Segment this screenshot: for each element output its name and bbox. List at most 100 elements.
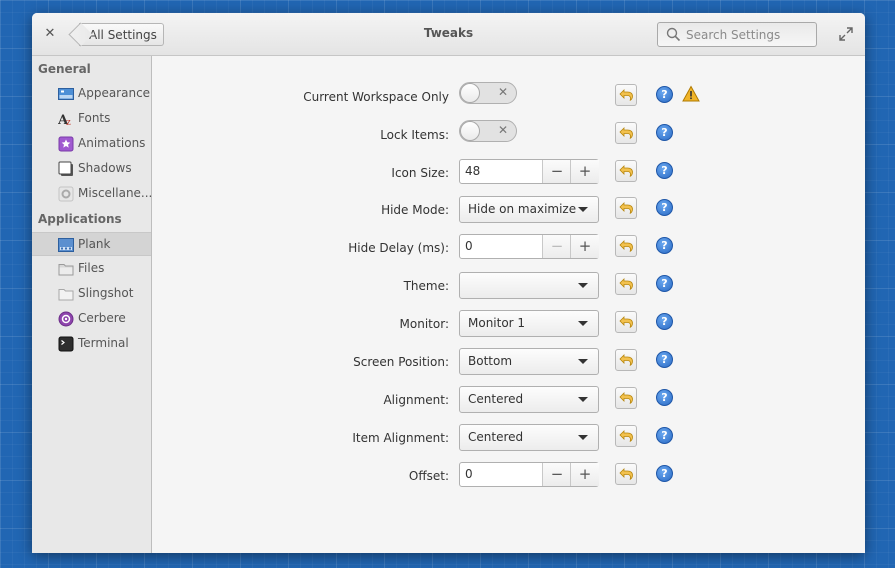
setting-label: Item Alignment: (352, 431, 449, 445)
decrement-button[interactable]: − (542, 160, 571, 183)
sidebar-item-shadows[interactable]: Shadows (32, 157, 151, 181)
slingshot-icon (58, 289, 74, 301)
sidebar-item-label: Miscellane... (78, 186, 153, 200)
sidebar-item-fonts[interactable]: A z Fonts (32, 107, 151, 131)
sidebar-item-cerbere[interactable]: Cerbere (32, 307, 151, 331)
setting-row-hide-delay: Hide Delay (ms): 0 − + ? (152, 234, 865, 262)
decrement-button[interactable]: − (542, 235, 571, 258)
sidebar-item-files[interactable]: Files (32, 257, 151, 281)
sidebar-item-appearance[interactable]: Appearance (32, 82, 151, 106)
search-field[interactable] (657, 22, 817, 47)
help-icon[interactable]: ? (656, 465, 673, 482)
icon-size-spinbutton[interactable]: 48 − + (459, 159, 599, 184)
monitor-dropdown[interactable]: Monitor 1 (459, 310, 599, 337)
sidebar-item-label: Slingshot (78, 286, 134, 300)
sidebar-item-label: Terminal (78, 336, 129, 350)
setting-row-icon-size: Icon Size: 48 − + ? (152, 159, 865, 187)
reset-button[interactable] (615, 387, 637, 409)
theme-dropdown[interactable] (459, 272, 599, 299)
sidebar-item-label: Plank (78, 237, 111, 251)
increment-button[interactable]: + (570, 463, 599, 486)
switch-off-icon: ✕ (497, 123, 508, 137)
chevron-down-icon (578, 397, 588, 402)
sidebar-item-miscellaneous[interactable]: Miscellane... (32, 182, 153, 206)
animations-icon (58, 136, 74, 152)
screen-position-dropdown[interactable]: Bottom (459, 348, 599, 375)
terminal-icon (58, 336, 74, 352)
reset-button[interactable] (615, 349, 637, 371)
spin-value[interactable]: 0 (465, 467, 473, 481)
reset-button[interactable] (615, 84, 637, 106)
increment-button[interactable]: + (570, 235, 599, 258)
help-icon[interactable]: ? (656, 427, 673, 444)
sidebar-item-terminal[interactable]: Terminal (32, 332, 151, 356)
settings-window: ✕ All Settings Tweaks General Appearance (32, 13, 865, 553)
help-icon[interactable]: ? (656, 237, 673, 254)
hide-mode-dropdown[interactable]: Hide on maximize (459, 196, 599, 223)
miscellaneous-icon (58, 186, 74, 202)
current-workspace-only-switch[interactable]: ✕ (459, 82, 517, 104)
undo-icon (619, 354, 633, 366)
fonts-icon: A z (58, 113, 71, 127)
undo-icon (619, 316, 633, 328)
reset-button[interactable] (615, 160, 637, 182)
reset-button[interactable] (615, 235, 637, 257)
hide-delay-spinbutton[interactable]: 0 − + (459, 234, 599, 259)
decrement-button[interactable]: − (542, 463, 571, 486)
setting-row-hide-mode: Hide Mode: Hide on maximize ? (152, 196, 865, 224)
sidebar-item-label: Appearance (78, 86, 151, 100)
spin-value[interactable]: 0 (465, 239, 473, 253)
undo-icon (619, 165, 633, 177)
settings-panel: Current Workspace Only ✕ ? Lock Items: ✕… (152, 56, 865, 553)
offset-spinbutton[interactable]: 0 − + (459, 462, 599, 487)
reset-button[interactable] (615, 311, 637, 333)
spin-value[interactable]: 48 (465, 164, 480, 178)
setting-label: Hide Mode: (381, 203, 449, 217)
reset-button[interactable] (615, 122, 637, 144)
setting-row-alignment: Alignment: Centered ? (152, 386, 865, 414)
help-icon[interactable]: ? (656, 389, 673, 406)
help-icon[interactable]: ? (656, 86, 673, 103)
help-icon[interactable]: ? (656, 124, 673, 141)
setting-label: Screen Position: (353, 355, 449, 369)
reset-button[interactable] (615, 197, 637, 219)
sidebar-item-label: Shadows (78, 161, 132, 175)
help-icon[interactable]: ? (656, 275, 673, 292)
setting-label: Offset: (408, 469, 449, 483)
reset-button[interactable] (615, 425, 637, 447)
sidebar-section-general: General (38, 62, 91, 76)
setting-label: Monitor: (399, 317, 449, 331)
alignment-dropdown[interactable]: Centered (459, 386, 599, 413)
help-icon[interactable]: ? (656, 199, 673, 216)
dropdown-value: Hide on maximize (468, 202, 577, 216)
lock-items-switch[interactable]: ✕ (459, 120, 517, 142)
help-icon[interactable]: ? (656, 162, 673, 179)
sidebar-item-label: Cerbere (78, 311, 126, 325)
setting-label: Lock Items: (380, 128, 449, 142)
help-icon[interactable]: ? (656, 351, 673, 368)
sidebar-item-slingshot[interactable]: Slingshot (32, 282, 151, 306)
sidebar-section-applications: Applications (38, 212, 122, 226)
undo-icon (619, 468, 633, 480)
warning-icon (682, 85, 700, 102)
maximize-icon[interactable] (838, 26, 854, 42)
setting-label: Icon Size: (391, 166, 449, 180)
appearance-icon (58, 88, 74, 100)
increment-button[interactable]: + (570, 160, 599, 183)
setting-label: Alignment: (383, 393, 449, 407)
item-alignment-dropdown[interactable]: Centered (459, 424, 599, 451)
reset-button[interactable] (615, 463, 637, 485)
title-bar: ✕ All Settings Tweaks (32, 13, 865, 56)
plank-icon (58, 238, 74, 252)
reset-button[interactable] (615, 273, 637, 295)
undo-icon (619, 278, 633, 290)
setting-row-screen-position: Screen Position: Bottom ? (152, 348, 865, 376)
switch-knob (460, 83, 480, 103)
search-input[interactable] (686, 25, 810, 44)
sidebar-item-plank[interactable]: Plank (32, 232, 151, 256)
sidebar-item-label: Files (78, 261, 105, 275)
dropdown-value: Centered (468, 392, 524, 406)
chevron-down-icon (578, 321, 588, 326)
help-icon[interactable]: ? (656, 313, 673, 330)
sidebar-item-animations[interactable]: Animations (32, 132, 151, 156)
